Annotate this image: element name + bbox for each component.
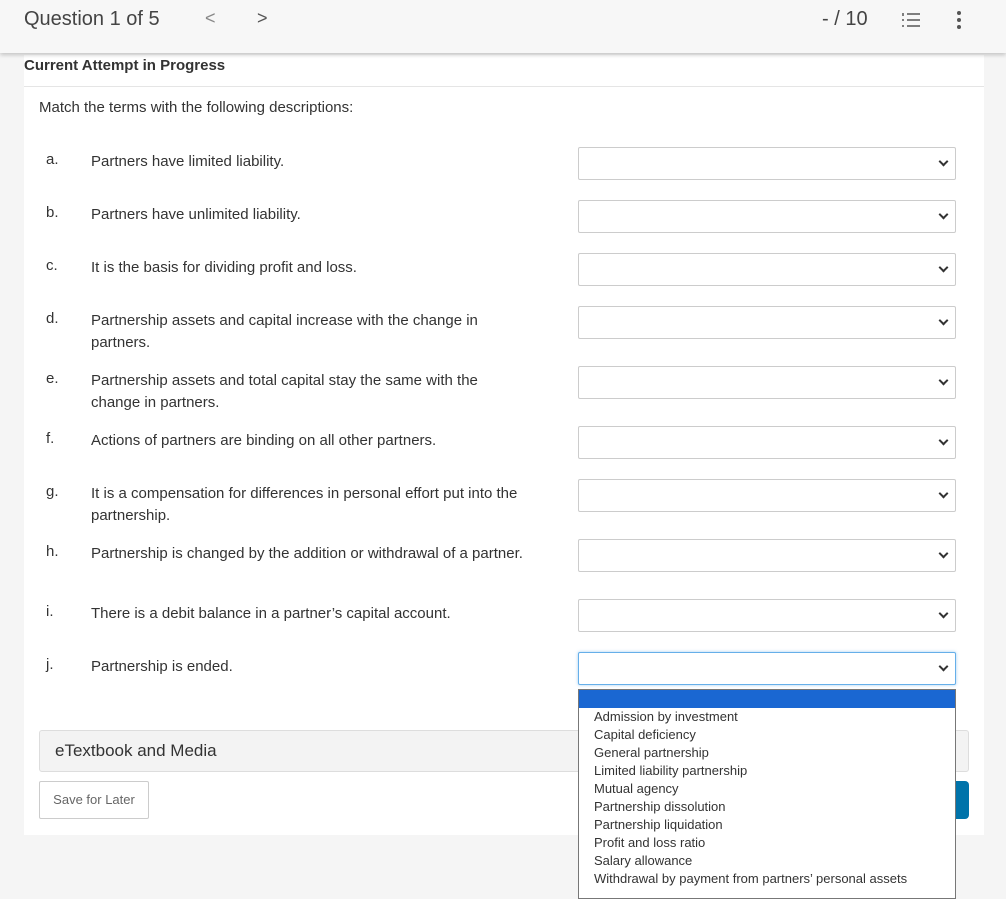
term-select[interactable] xyxy=(578,652,956,685)
save-for-later-button[interactable]: Save for Later xyxy=(39,781,149,819)
row-description: Partnership assets and total capital sta… xyxy=(91,372,478,411)
row-letter: a. xyxy=(46,151,59,168)
dropdown-option[interactable]: Admission by investment xyxy=(579,708,955,726)
dropdown-option[interactable] xyxy=(579,690,955,708)
score: - / 10 xyxy=(822,8,868,30)
row-description: Partnership assets and capital increase … xyxy=(91,312,478,351)
row-description: Partnership is ended. xyxy=(91,658,233,675)
dropdown-option[interactable]: Capital deficiency xyxy=(579,726,955,744)
row-letter: d. xyxy=(46,310,59,327)
top-bar: Question 1 of 5 < > - / 10 xyxy=(0,0,1006,53)
dropdown-option[interactable]: Mutual agency xyxy=(579,780,955,798)
chevron-right-icon[interactable]: > xyxy=(257,8,268,29)
dropdown-option[interactable]: Salary allowance xyxy=(579,852,955,870)
row-letter: i. xyxy=(46,603,54,620)
dropdown-option[interactable]: Partnership liquidation xyxy=(579,816,955,834)
term-select[interactable] xyxy=(578,539,956,572)
chevron-down-icon xyxy=(938,661,949,672)
chevron-down-icon xyxy=(938,548,949,559)
question-counter: Question 1 of 5 xyxy=(24,8,160,30)
chevron-down-icon xyxy=(938,435,949,446)
dropdown-option[interactable]: General partnership xyxy=(579,744,955,762)
row-letter: f. xyxy=(46,430,55,447)
chevron-down-icon xyxy=(938,156,949,167)
dropdown-option[interactable]: Limited liability partnership xyxy=(579,762,955,780)
dropdown-options-list[interactable]: Admission by investment Capital deficienc… xyxy=(578,689,956,899)
row-description: Partnership is changed by the addition o… xyxy=(91,545,523,562)
chevron-down-icon xyxy=(938,488,949,499)
term-select[interactable] xyxy=(578,200,956,233)
term-select[interactable] xyxy=(578,426,956,459)
term-select[interactable] xyxy=(578,253,956,286)
row-description: It is the basis for dividing profit and … xyxy=(91,259,357,276)
numbered-list-icon[interactable] xyxy=(902,12,920,28)
row-letter: b. xyxy=(46,204,59,221)
attempt-status: Current Attempt in Progress xyxy=(24,57,226,74)
term-select[interactable] xyxy=(578,599,956,632)
dropdown-option[interactable]: Profit and loss ratio xyxy=(579,834,955,852)
term-select[interactable] xyxy=(578,479,956,512)
row-description: Partners have limited liability. xyxy=(91,153,285,170)
chevron-down-icon xyxy=(938,375,949,386)
term-select[interactable] xyxy=(578,366,956,399)
dropdown-option[interactable]: Partnership dissolution xyxy=(579,798,955,816)
row-description: Partners have unlimited liability. xyxy=(91,206,301,223)
chevron-left-icon[interactable]: < xyxy=(205,8,216,29)
row-description: It is a compensation for differences in … xyxy=(91,485,518,524)
vertical-ellipsis-icon[interactable] xyxy=(955,10,963,30)
row-letter: j. xyxy=(46,656,54,673)
divider xyxy=(24,86,984,87)
term-select[interactable] xyxy=(578,147,956,180)
row-description: Actions of partners are binding on all o… xyxy=(91,432,437,449)
chevron-down-icon xyxy=(938,262,949,273)
chevron-down-icon xyxy=(938,209,949,220)
question-prompt: Match the terms with the following descr… xyxy=(39,99,354,116)
row-letter: e. xyxy=(46,370,59,387)
row-letter: h. xyxy=(46,543,59,560)
row-letter: g. xyxy=(46,483,59,500)
term-select[interactable] xyxy=(578,306,956,339)
chevron-down-icon xyxy=(938,608,949,619)
chevron-down-icon xyxy=(938,315,949,326)
dropdown-option[interactable]: Withdrawal by payment from partners’ per… xyxy=(579,870,955,888)
row-description: There is a debit balance in a partner’s … xyxy=(91,605,451,622)
row-letter: c. xyxy=(46,257,58,274)
